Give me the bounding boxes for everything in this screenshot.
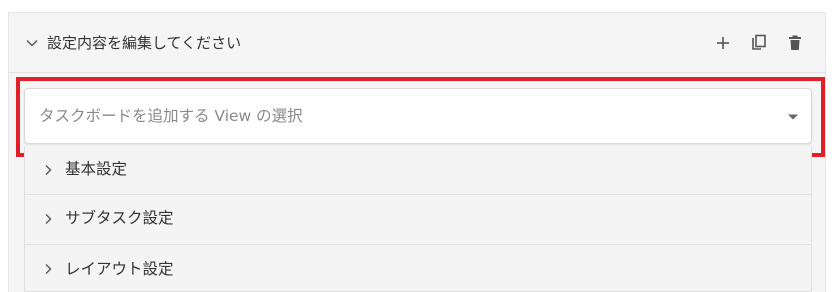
dropdown-arrow-icon[interactable] [787, 113, 799, 121]
copy-icon[interactable] [750, 34, 768, 52]
plus-icon[interactable] [714, 34, 732, 52]
view-select-placeholder: タスクボードを追加する View の選択 [39, 107, 303, 125]
panel-header[interactable]: 設定内容を編集してください [9, 13, 825, 73]
section-label: サブタスク設定 [65, 209, 174, 227]
section-label: レイアウト設定 [65, 260, 174, 278]
panel-title: 設定内容を編集してください [47, 34, 242, 52]
chevron-right-icon [45, 165, 52, 175]
section-basic-settings[interactable]: 基本設定 [24, 146, 812, 195]
chevron-right-icon [45, 214, 52, 224]
chevron-right-icon [45, 264, 52, 274]
section-layout-settings[interactable]: レイアウト設定 [24, 245, 812, 292]
section-subtask-settings[interactable]: サブタスク設定 [24, 195, 812, 245]
section-label: 基本設定 [65, 160, 128, 178]
chevron-down-icon[interactable] [25, 36, 39, 50]
view-select[interactable]: タスクボードを追加する View の選択 [24, 88, 812, 144]
trash-icon[interactable] [786, 34, 804, 52]
